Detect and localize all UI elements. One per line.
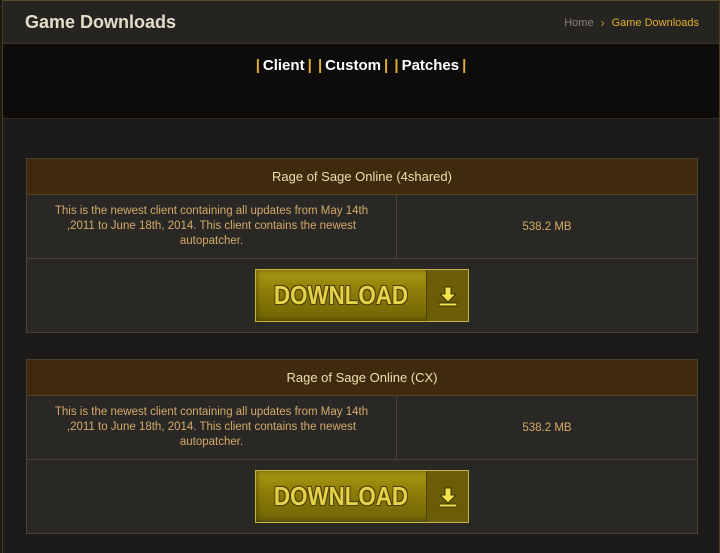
page-header: Game Downloads Home › Game Downloads <box>3 0 719 44</box>
nav-separator: | <box>255 57 260 74</box>
nav-link-patches[interactable]: Patches <box>400 57 462 74</box>
category-links: | Client | | Custom | | Patches | <box>3 57 719 74</box>
breadcrumb-home-link[interactable]: Home <box>564 17 593 29</box>
download-button-label: DOWNLOAD <box>273 481 409 511</box>
download-size: 538.2 MB <box>397 396 697 460</box>
nav-link-custom[interactable]: Custom <box>323 57 383 74</box>
download-description: This is the newest client containing all… <box>27 396 397 460</box>
category-nav: | Client | | Custom | | Patches | <box>3 44 719 119</box>
breadcrumb: Home › Game Downloads <box>564 16 699 30</box>
download-size: 538.2 MB <box>397 195 697 259</box>
nav-separator: | <box>462 57 467 74</box>
download-title: Rage of Sage Online (4shared) <box>27 159 697 195</box>
download-button-label: DOWNLOAD <box>273 280 409 310</box>
download-button[interactable]: DOWNLOAD <box>255 269 469 322</box>
download-title: Rage of Sage Online (CX) <box>27 360 697 396</box>
breadcrumb-chevron-icon: › <box>600 16 605 30</box>
download-card: Rage of Sage Online (4shared) This is th… <box>26 158 698 333</box>
page-title: Game Downloads <box>25 12 177 32</box>
nav-separator: | <box>394 57 399 74</box>
nav-separator: | <box>307 57 312 74</box>
breadcrumb-current: Game Downloads <box>611 17 699 29</box>
download-card: Rage of Sage Online (CX) This is the new… <box>26 359 698 534</box>
download-arrow-icon <box>426 471 468 522</box>
download-button[interactable]: DOWNLOAD <box>255 470 469 523</box>
page-frame: Game Downloads Home › Game Downloads | Cl… <box>2 0 720 553</box>
nav-link-client[interactable]: Client <box>261 57 307 74</box>
download-arrow-icon <box>426 270 468 321</box>
nav-separator: | <box>383 57 389 74</box>
download-description: This is the newest client containing all… <box>27 195 397 259</box>
downloads-content: Rage of Sage Online (4shared) This is th… <box>3 119 719 553</box>
